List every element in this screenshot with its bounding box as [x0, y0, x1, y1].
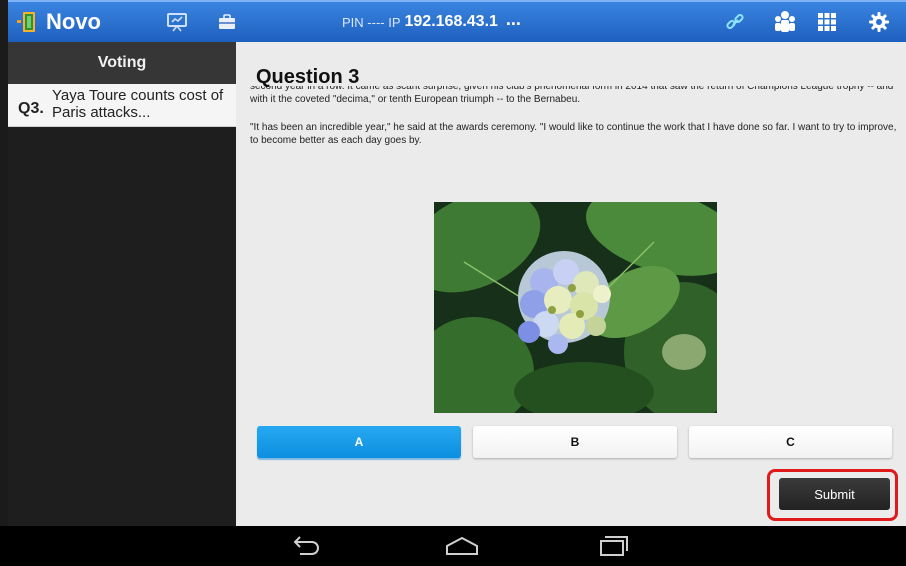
toolbox-icon[interactable] — [216, 2, 238, 42]
link-icon[interactable] — [724, 2, 746, 42]
presentation-icon[interactable] — [166, 2, 188, 42]
question-panel: second year in a row. It came as scant s… — [236, 42, 906, 526]
question-heading: Question 3 — [256, 66, 360, 88]
question-number: Q3. — [18, 100, 44, 117]
option-c-button[interactable]: C — [689, 426, 892, 458]
submit-button[interactable]: Submit — [779, 478, 890, 510]
connection-info: PIN ---- IP 192.168.43.1 ... — [342, 2, 521, 42]
settings-icon[interactable] — [868, 2, 890, 42]
sidebar-title: Voting — [8, 42, 236, 84]
grid-icon[interactable] — [816, 2, 838, 42]
hydrangea-image — [434, 202, 717, 413]
system-nav-bar — [0, 526, 906, 566]
question-paragraph: "It has been an incredible year," he sai… — [250, 122, 897, 146]
question-body: second year in a row. It came as scant s… — [250, 86, 900, 156]
app-title: Novo — [46, 9, 101, 34]
home-icon[interactable] — [432, 526, 492, 566]
sidebar-item-q3[interactable]: Q3. Yaya Toure counts cost of Paris atta… — [8, 84, 236, 127]
top-action-bar: Novo PIN ---- IP 192.168.43.1 ... — [8, 0, 906, 42]
app-logo-icon[interactable] — [14, 2, 40, 42]
ip-address: 192.168.43.1 — [404, 13, 498, 30]
question-title: Yaya Toure counts cost of Paris attacks.… — [52, 87, 224, 121]
more-info-dots[interactable]: ... — [506, 9, 521, 30]
option-b-button[interactable]: B — [473, 426, 677, 458]
users-icon[interactable] — [772, 2, 798, 42]
recent-apps-icon[interactable] — [583, 526, 643, 566]
question-paragraph: second year in a row. It came as scant s… — [250, 86, 894, 105]
pin-label: PIN ---- IP — [342, 14, 401, 30]
option-a-button[interactable]: A — [257, 426, 461, 458]
back-icon[interactable] — [276, 526, 336, 566]
voting-sidebar: Voting Q3. Yaya Toure counts cost of Par… — [8, 42, 236, 526]
